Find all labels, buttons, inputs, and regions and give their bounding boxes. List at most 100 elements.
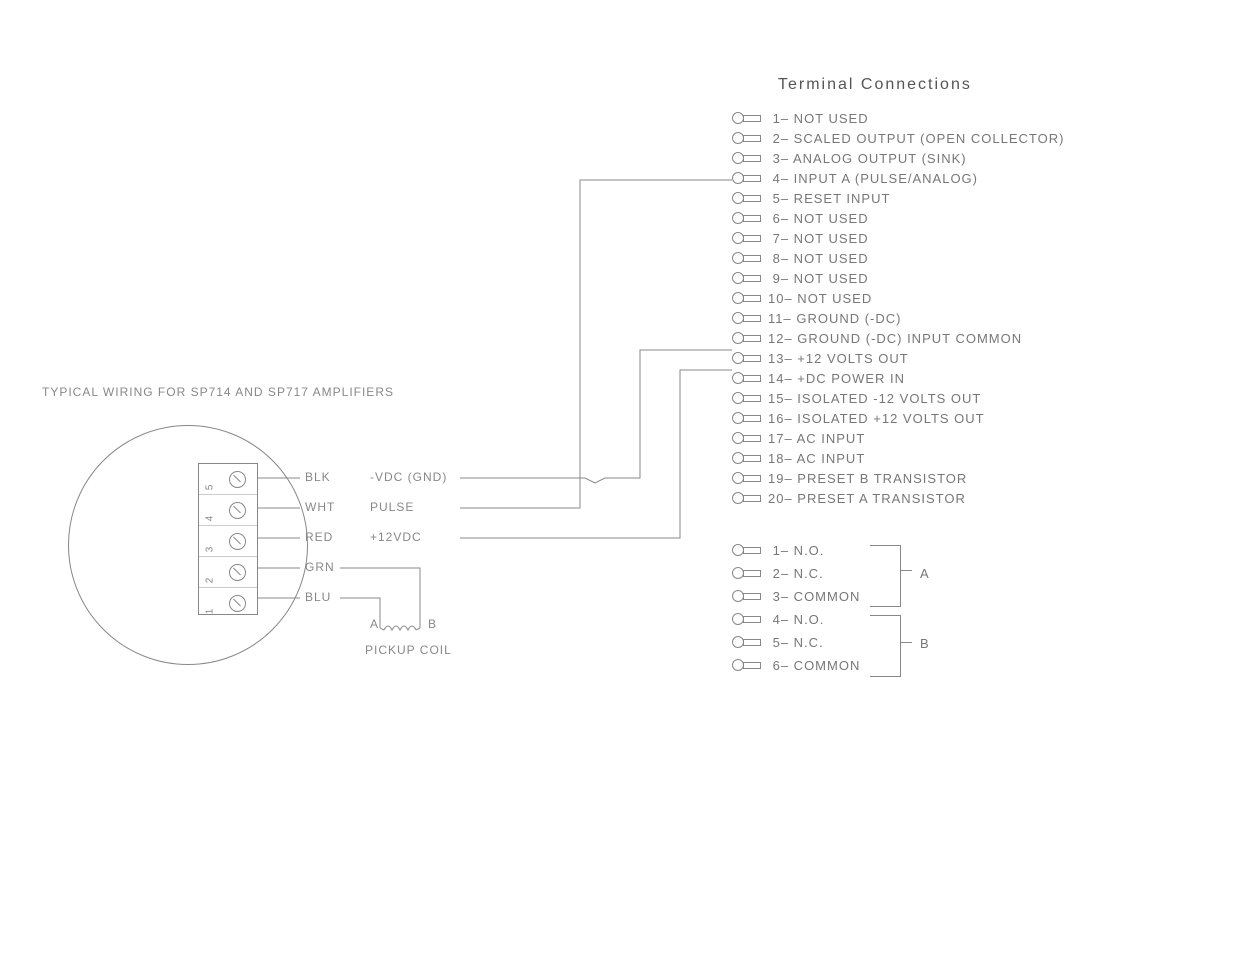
terminal-icon	[732, 132, 760, 144]
main-terminal-5: 5– RESET INPUT	[732, 188, 890, 208]
main-terminal-16: 16– ISOLATED +12 VOLTS OUT	[732, 408, 985, 428]
relay-terminal-6: 6– COMMON	[732, 655, 860, 675]
terminal-icon	[732, 472, 760, 484]
terminal-icon	[732, 172, 760, 184]
main-terminal-14: 14– +DC POWER IN	[732, 368, 905, 388]
terminal-label: 17– AC INPUT	[768, 431, 865, 446]
main-terminal-1: 1– NOT USED	[732, 108, 869, 128]
main-terminal-7: 7– NOT USED	[732, 228, 869, 248]
terminal-icon	[732, 412, 760, 424]
terminal-label: 6– NOT USED	[768, 211, 869, 226]
terminal-icon	[732, 112, 760, 124]
relay-group-b-label: B	[920, 636, 929, 651]
terminal-icon	[732, 212, 760, 224]
terminal-label: 2– SCALED OUTPUT (OPEN COLLECTOR)	[768, 131, 1064, 146]
terminal-label: 16– ISOLATED +12 VOLTS OUT	[768, 411, 985, 426]
bracket-tick-b	[900, 642, 912, 643]
terminal-label: 3– ANALOG OUTPUT (SINK)	[768, 151, 967, 166]
terminal-label: 4– INPUT A (PULSE/ANALOG)	[768, 171, 978, 186]
main-terminal-2: 2– SCALED OUTPUT (OPEN COLLECTOR)	[732, 128, 1064, 148]
main-terminal-17: 17– AC INPUT	[732, 428, 865, 448]
terminal-label: 18– AC INPUT	[768, 451, 865, 466]
main-terminal-13: 13– +12 VOLTS OUT	[732, 348, 909, 368]
wire-red-signal: +12VDC	[370, 530, 422, 544]
wire-grn-color: GRN	[305, 560, 335, 574]
main-terminal-20: 20– PRESET A TRANSISTOR	[732, 488, 966, 508]
terminal-row-1: 1	[199, 588, 257, 618]
main-terminal-8: 8– NOT USED	[732, 248, 869, 268]
terminal-icon	[732, 636, 760, 648]
relay-terminal-4: 4– N.O.	[732, 609, 824, 629]
terminal-label: 10– NOT USED	[768, 291, 872, 306]
terminal-icon	[732, 567, 760, 579]
terminal-label: 1– N.O.	[768, 543, 824, 558]
terminal-label: 5– RESET INPUT	[768, 191, 890, 206]
terminal-icon	[732, 352, 760, 364]
terminal-icon	[732, 613, 760, 625]
main-terminal-15: 15– ISOLATED -12 VOLTS OUT	[732, 388, 981, 408]
wire-blu-color: BLU	[305, 590, 331, 604]
terminal-icon	[732, 272, 760, 284]
main-terminal-4: 4– INPUT A (PULSE/ANALOG)	[732, 168, 978, 188]
terminal-icon	[732, 432, 760, 444]
terminal-label: 2– N.C.	[768, 566, 824, 581]
terminal-label: 11– GROUND (-DC)	[768, 311, 902, 326]
terminal-icon	[732, 292, 760, 304]
terminal-label: 15– ISOLATED -12 VOLTS OUT	[768, 391, 981, 406]
terminal-icon	[732, 332, 760, 344]
terminal-icon	[732, 252, 760, 264]
main-terminal-12: 12– GROUND (-DC) INPUT COMMON	[732, 328, 1022, 348]
terminal-icon	[732, 659, 760, 671]
wire-wht-color: WHT	[305, 500, 335, 514]
pickup-a-label: A	[370, 617, 379, 631]
wire-wht-signal: PULSE	[370, 500, 414, 514]
terminal-icon	[732, 232, 760, 244]
main-terminal-6: 6– NOT USED	[732, 208, 869, 228]
main-terminal-9: 9– NOT USED	[732, 268, 869, 288]
screw-icon	[229, 502, 246, 519]
terminal-label: 4– N.O.	[768, 612, 824, 627]
screw-icon	[229, 471, 246, 488]
main-terminal-11: 11– GROUND (-DC)	[732, 308, 902, 328]
bracket-relay-a	[870, 545, 901, 607]
screw-icon	[229, 533, 246, 550]
pickup-b-label: B	[428, 617, 437, 631]
terminal-label: 7– NOT USED	[768, 231, 869, 246]
pickup-coil-label: PICKUP COIL	[365, 643, 452, 657]
main-terminal-3: 3– ANALOG OUTPUT (SINK)	[732, 148, 967, 168]
wire-blk-color: BLK	[305, 470, 331, 484]
terminal-icon	[732, 192, 760, 204]
terminal-label: 1– NOT USED	[768, 111, 869, 126]
terminal-label: 6– COMMON	[768, 658, 860, 673]
terminal-label: 19– PRESET B TRANSISTOR	[768, 471, 967, 486]
title-terminal-connections: Terminal Connections	[778, 76, 972, 94]
terminal-label: 9– NOT USED	[768, 271, 869, 286]
main-terminal-18: 18– AC INPUT	[732, 448, 865, 468]
terminal-label: 12– GROUND (-DC) INPUT COMMON	[768, 331, 1022, 346]
terminal-icon	[732, 452, 760, 464]
relay-terminal-1: 1– N.O.	[732, 540, 824, 560]
terminal-label: 5– N.C.	[768, 635, 824, 650]
terminal-icon	[732, 152, 760, 164]
terminal-icon	[732, 590, 760, 602]
terminal-label: 13– +12 VOLTS OUT	[768, 351, 909, 366]
relay-terminal-5: 5– N.C.	[732, 632, 824, 652]
main-terminal-19: 19– PRESET B TRANSISTOR	[732, 468, 967, 488]
amplifier-housing-circle	[68, 425, 308, 665]
terminal-label: 20– PRESET A TRANSISTOR	[768, 491, 966, 506]
wire-red-color: RED	[305, 530, 333, 544]
screw-icon	[229, 564, 246, 581]
terminal-label: 8– NOT USED	[768, 251, 869, 266]
relay-terminal-3: 3– COMMON	[732, 586, 860, 606]
wire-blk-signal: -VDC (GND)	[370, 470, 447, 484]
terminal-row-3: 3	[199, 526, 257, 557]
main-terminal-10: 10– NOT USED	[732, 288, 872, 308]
terminal-icon	[732, 392, 760, 404]
terminal-label: 14– +DC POWER IN	[768, 371, 905, 386]
terminal-row-4: 4	[199, 495, 257, 526]
bracket-tick-a	[900, 570, 912, 571]
terminal-icon	[732, 544, 760, 556]
terminal-row-5: 5	[199, 464, 257, 495]
terminal-label: 3– COMMON	[768, 589, 860, 604]
relay-terminal-2: 2– N.C.	[732, 563, 824, 583]
